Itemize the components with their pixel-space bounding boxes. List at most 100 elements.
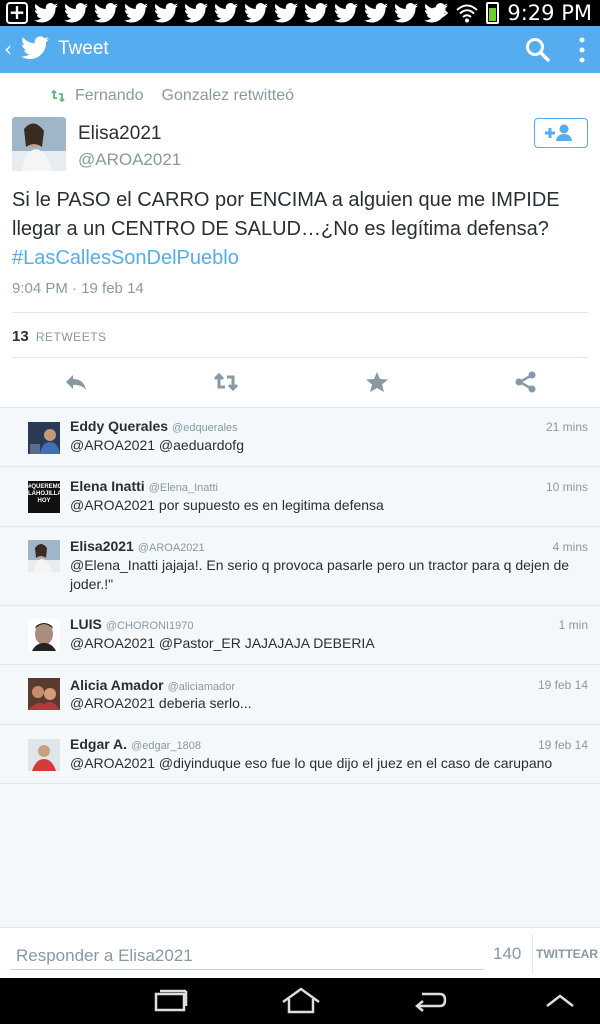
overflow-menu-icon[interactable] xyxy=(576,36,588,64)
follow-button[interactable] xyxy=(534,118,588,148)
retweet-count-label: RETWEETS xyxy=(35,330,107,344)
char-count: 140 xyxy=(493,944,522,963)
reply-time: 19 feb 14 xyxy=(537,678,588,692)
reply-author-name: LUIS xyxy=(70,616,102,632)
reply-text: @AROA2021 @Pastor_ER JAJAJAJA DEBERIA xyxy=(70,635,375,651)
tweet-body: Si le PASO el CARRO por ENCIMA a alguien… xyxy=(12,189,560,240)
list-item[interactable]: Alicia Amador @aliciamador 19 feb 14 @ARO… xyxy=(0,664,600,724)
hashtag-link[interactable]: #LasCallesSonDelPueblo xyxy=(12,247,239,269)
reply-author-name: Edgar A. xyxy=(70,736,128,752)
avatar[interactable] xyxy=(28,540,60,572)
reply-author[interactable]: Eddy Querales @edquerales xyxy=(70,418,238,434)
twitter-bird-icon xyxy=(64,3,88,23)
tweet-timestamp: 9:04 PM · 19 feb 14 xyxy=(12,280,144,297)
battery-icon xyxy=(486,2,500,24)
wifi-icon xyxy=(456,4,479,23)
reply-text: @AROA2021 @aeduardofg xyxy=(70,437,244,453)
divider xyxy=(12,357,588,358)
notification-icons: + xyxy=(6,2,448,24)
twitter-bird-icon xyxy=(274,3,298,23)
twitter-bird-icon xyxy=(364,3,388,23)
retweet-count-value: 13 xyxy=(12,328,29,345)
status-time: 9:29 PM xyxy=(507,1,592,25)
list-item[interactable]: Eddy Querales @edquerales 21 mins @AROA20… xyxy=(0,407,600,466)
reply-text: @Elena_Inatti jajaja!. En serio q provoc… xyxy=(70,557,570,592)
retweeted-by-rest: Gonzalez retwitteó xyxy=(161,87,295,104)
reply-author-name: Elisa2021 xyxy=(70,538,134,554)
reply-author[interactable]: LUIS @CHORONI1970 xyxy=(70,616,193,632)
twitter-bird-icon xyxy=(394,3,418,23)
back-arrow-icon[interactable]: ‹ xyxy=(4,37,12,61)
plus-icon: + xyxy=(6,2,28,24)
recent-apps-icon[interactable] xyxy=(152,986,190,1016)
system-icons: 9:29 PM xyxy=(426,1,592,25)
page-title: Tweet xyxy=(58,38,109,59)
reply-input[interactable] xyxy=(10,942,484,970)
retweet-icon[interactable] xyxy=(213,371,239,393)
reply-author-name: Elena Inatti xyxy=(70,478,145,494)
twitter-bird-icon xyxy=(124,3,148,23)
retweet-small-icon xyxy=(51,90,65,102)
retweeted-by: Fernando Gonzalez retwitteó xyxy=(51,87,294,105)
reply-time: 4 mins xyxy=(552,540,588,554)
twitter-bird-icon xyxy=(214,3,238,23)
twitter-bird-icon xyxy=(304,3,328,23)
share-icon[interactable] xyxy=(513,371,539,393)
avatar[interactable] xyxy=(28,739,60,771)
reply-time: 10 mins xyxy=(545,480,588,494)
list-item[interactable]: LUIS @CHORONI1970 1 min @AROA2021 @Pastor… xyxy=(0,605,600,664)
reply-text: @AROA2021 deberia serlo... xyxy=(70,695,252,711)
reply-text: @AROA2021 @diyinduque eso fue lo que dij… xyxy=(70,755,553,771)
reply-composer: 140 TWITTEAR xyxy=(0,927,600,978)
reply-author-name: Alicia Amador xyxy=(70,677,164,693)
tweet-button[interactable]: TWITTEAR xyxy=(532,934,600,974)
reply-time: 21 mins xyxy=(545,420,588,434)
reply-author-handle: @Elena_Inatti xyxy=(148,482,218,494)
reply-time: 1 min xyxy=(558,618,588,632)
back-icon[interactable] xyxy=(412,986,448,1016)
eye-icon xyxy=(426,7,449,19)
reply-author-handle: @AROA2021 xyxy=(137,542,205,554)
avatar[interactable] xyxy=(28,619,60,651)
chevron-up-icon[interactable] xyxy=(545,986,575,1016)
author-name[interactable]: Elisa2021 xyxy=(78,123,161,145)
reply-author-name: Eddy Querales xyxy=(70,418,169,434)
list-item[interactable]: Edgar A. @edgar_1808 19 feb 14 @AROA2021 … xyxy=(0,724,600,784)
author-handle[interactable]: @AROA2021 xyxy=(78,150,181,170)
favorite-icon[interactable] xyxy=(364,371,390,393)
twitter-bird-icon xyxy=(154,3,178,23)
twitter-bird-icon xyxy=(334,3,358,23)
app-bar: ‹ Tweet xyxy=(0,26,600,73)
reply-author-handle: @edquerales xyxy=(172,422,238,434)
reply-author-handle: @aliciamador xyxy=(167,681,236,693)
reply-author[interactable]: Elisa2021 @AROA2021 xyxy=(70,538,205,554)
reply-time: 19 feb 14 xyxy=(537,738,588,752)
reply-author-handle: @edgar_1808 xyxy=(131,740,201,752)
home-icon[interactable] xyxy=(280,986,322,1016)
reply-icon[interactable] xyxy=(63,371,89,393)
retweet-count[interactable]: 13 RETWEETS xyxy=(12,328,107,345)
reply-author[interactable]: Alicia Amador @aliciamador xyxy=(70,677,235,693)
retweeted-by-first[interactable]: Fernando xyxy=(75,87,144,105)
reply-author-handle: @CHORONI1970 xyxy=(105,620,194,632)
reply-author[interactable]: Edgar A. @edgar_1808 xyxy=(70,736,201,752)
twitter-bird-icon xyxy=(34,3,58,23)
list-item[interactable]: Elisa2021 @AROA2021 4 mins @Elena_Inatti … xyxy=(0,526,600,605)
avatar-logo-text: #QUEREMOS LAHOJILLA HOY xyxy=(28,484,60,504)
twitter-bird-icon[interactable] xyxy=(21,36,49,60)
reply-author[interactable]: Elena Inatti @Elena_Inatti xyxy=(70,478,218,494)
tweet-detail: Fernando Gonzalez retwitteó Elisa2021 @A… xyxy=(0,73,600,407)
list-item[interactable]: #QUEREMOS LAHOJILLA HOY Elena Inatti@Ele… xyxy=(0,466,600,526)
status-bar: + 9:29 PM xyxy=(0,0,600,26)
add-user-icon xyxy=(545,124,572,141)
avatar[interactable]: #QUEREMOS LAHOJILLA HOY xyxy=(28,481,60,513)
avatar[interactable] xyxy=(28,678,60,710)
search-icon[interactable] xyxy=(524,36,552,64)
avatar[interactable] xyxy=(12,117,66,171)
reply-list: Eddy Querales @edquerales 21 mins @AROA20… xyxy=(0,407,600,784)
system-nav-bar xyxy=(0,978,600,1024)
avatar[interactable] xyxy=(28,422,60,454)
tweet-actions xyxy=(0,359,600,407)
tweet-text: Si le PASO el CARRO por ENCIMA a alguien… xyxy=(12,186,592,273)
twitter-bird-icon xyxy=(184,3,208,23)
